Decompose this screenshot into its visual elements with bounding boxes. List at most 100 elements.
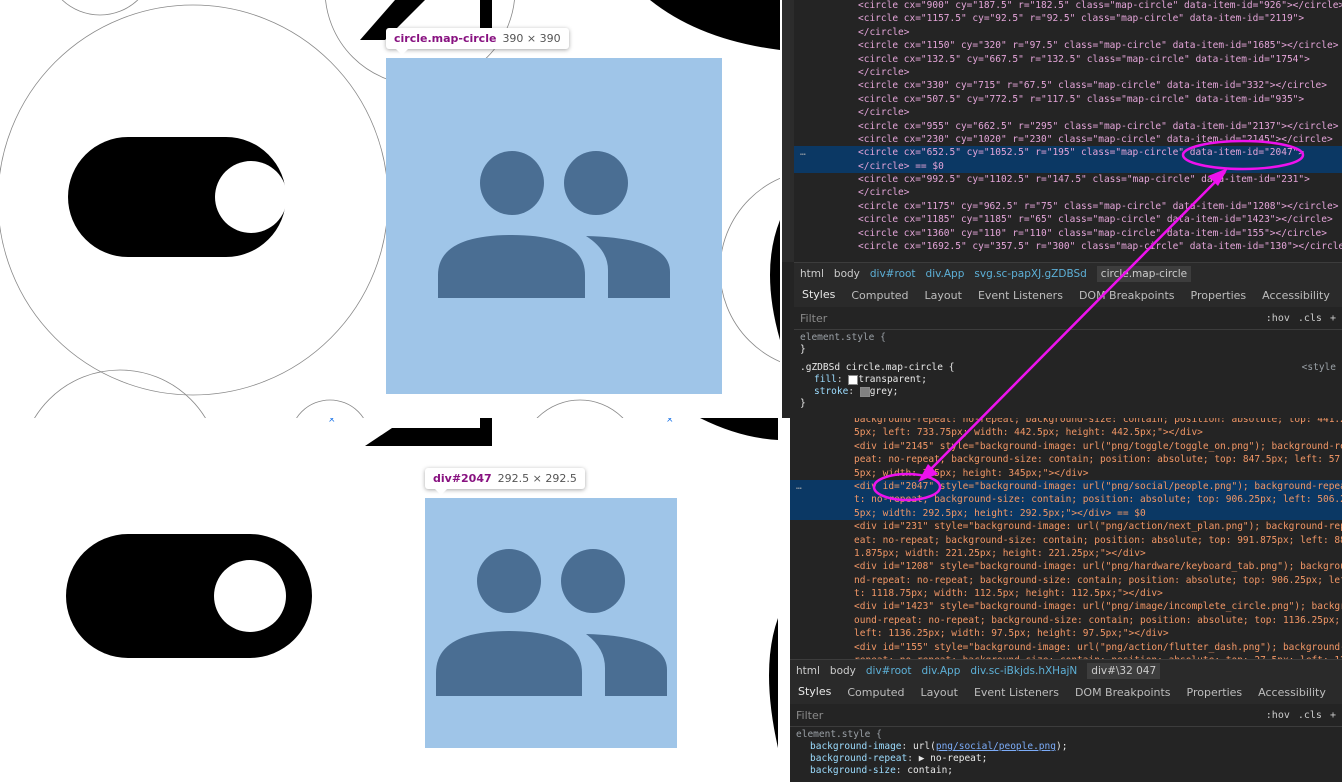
guide-marker: × [328,418,336,425]
rule-prop-fill[interactable]: fill: transparent; [800,374,1342,386]
dom-node-line[interactable]: <circle cx="330" cy="715" r="67.5" class… [794,79,1342,92]
devtools-top: <circle cx="900" cy="187.5" r="182.5" cl… [782,0,1342,418]
dom-node-text: </circle> [858,107,910,119]
prop-value: grey; [869,386,899,397]
filter-tool-button[interactable]: :hov [1266,710,1290,721]
style-rules-bottom: element.style { background-image: url(pn… [790,729,1342,777]
dom-node-line[interactable]: 1.875px; width: 221.25px; height: 221.25… [790,547,1342,560]
dom-node-line[interactable]: <circle cx="1692.5" cy="357.5" r="300" c… [794,240,1342,253]
dom-node-line[interactable]: <circle cx="1150" cy="320" r="97.5" clas… [794,39,1342,52]
more-actions-icon[interactable]: … [796,480,802,493]
dom-node-line[interactable]: ound-repeat: no-repeat; background-size:… [790,614,1342,627]
dom-node-line[interactable]: <circle cx="230" cy="1020" r="230" class… [794,133,1342,146]
dom-node-line[interactable]: <circle cx="992.5" cy="1102.5" r="147.5"… [794,173,1342,186]
filter-bar-bottom: Filter :hov .cls + [790,704,1342,727]
tab-styles[interactable]: Styles [790,680,840,706]
breadcrumb-item[interactable]: div.sc-iBkjds.hXHajN [970,665,1077,677]
elements-scrollbar[interactable] [782,0,794,262]
shape-fragment [700,418,778,440]
tab-accessibility[interactable]: Accessibility [1254,284,1338,308]
prop-url-link[interactable]: png/social/people.png [936,741,1056,752]
dom-node-line[interactable]: 5px; width: 292.5px; height: 292.5px;"><… [790,506,1342,521]
dom-node-line[interactable]: <div id="1423" style="background-image: … [790,600,1342,613]
dom-node-line[interactable]: nd-repeat: no-repeat; background-size: c… [790,574,1342,587]
tab-layout[interactable]: Layout [913,681,966,705]
dom-node-line[interactable]: <div id="155" style="background-image: u… [790,641,1342,654]
dom-node-text: <circle cx="1175" cy="962.5" r="75" clas… [858,200,1339,212]
breadcrumb-item[interactable]: body [830,665,856,677]
dom-node-line[interactable]: </circle> [794,26,1342,39]
breadcrumb-item[interactable]: html [800,268,824,280]
dom-node-line[interactable]: </circle> == $0 [794,159,1342,174]
rule-prop-background-image[interactable]: background-image: url(png/social/people.… [796,741,1342,753]
dom-node-line[interactable]: peat: no-repeat; background-size: contai… [790,453,1342,466]
dom-node-line[interactable]: 5px; left: 733.75px; width: 442.5px; hei… [790,426,1342,439]
map-circles-svg [0,0,780,418]
breadcrumb-item[interactable]: div#root [866,665,912,677]
tab-styles[interactable]: Styles [794,283,844,309]
dom-node-line[interactable]: <circle cx="1360" cy="110" r="110" class… [794,227,1342,240]
dom-node-line[interactable]: </circle> [794,106,1342,119]
dom-node-line[interactable]: … <div id="2047" style="background-image:… [790,479,1342,494]
color-swatch[interactable] [859,386,870,397]
tab-computed[interactable]: Computed [839,681,912,705]
breadcrumb-item[interactable]: div.App [922,665,961,677]
tab-event-listeners[interactable]: Event Listeners [970,284,1071,308]
dom-node-line[interactable]: left: 1136.25px; width: 97.5px; height: … [790,627,1342,640]
tab-event-listeners[interactable]: Event Listeners [966,681,1067,705]
tab-accessibility[interactable]: Accessibility [1250,681,1334,705]
breadcrumb-item[interactable]: body [834,268,860,280]
filter-tool-button[interactable]: .cls [1298,313,1322,324]
breadcrumb-item[interactable]: svg.sc-papXJ.gZDBSd [974,268,1086,280]
breadcrumb-item[interactable]: div#\32 047 [1087,663,1161,679]
tab-layout[interactable]: Layout [917,284,970,308]
breadcrumb-item[interactable]: circle.map-circle [1096,266,1192,282]
map-circle[interactable] [290,399,370,418]
dom-node-line[interactable]: <circle cx="900" cy="187.5" r="182.5" cl… [794,0,1342,12]
dom-node-line[interactable]: t: no-repeat; background-size: contain; … [790,493,1342,507]
filter-tool-button[interactable]: + [1330,313,1336,324]
dom-node-line[interactable]: <circle cx="1175" cy="962.5" r="75" clas… [794,200,1342,213]
dom-node-text: <circle cx="1692.5" cy="357.5" r="300" c… [858,241,1342,253]
dom-node-line[interactable]: t: 1118.75px; width: 112.5px; height: 11… [790,587,1342,600]
toggle-knob [215,161,287,233]
map-circle[interactable] [520,399,640,418]
filter-tool-button[interactable]: + [1330,710,1336,721]
dom-node-line[interactable]: <div id="2145" style="background-image: … [790,440,1342,453]
dom-node-line[interactable]: <circle cx="132.5" cy="667.5" r="132.5" … [794,53,1342,66]
rule-prop-background-size[interactable]: background-size: contain; [796,765,1342,777]
dom-node-line[interactable]: <circle cx="1185" cy="1185" r="65" class… [794,213,1342,226]
dom-node-line[interactable]: eat: no-repeat; background-size: contain… [790,534,1342,547]
dom-node-text: nd-repeat: no-repeat; background-size: c… [854,574,1342,586]
map-circle[interactable] [20,369,220,418]
breadcrumb-item[interactable]: html [796,665,820,677]
dom-node-line[interactable]: <div id="231" style="background-image: u… [790,520,1342,533]
dom-node-line[interactable]: <div id="1208" style="background-image: … [790,560,1342,573]
more-actions-icon[interactable]: … [800,146,806,159]
filter-tool-button[interactable]: .cls [1298,710,1322,721]
breadcrumb-item[interactable]: div.App [926,268,965,280]
tab-dom-breakpoints[interactable]: DOM Breakpoints [1071,284,1183,308]
dom-node-line[interactable]: <circle cx="1157.5" cy="92.5" r="92.5" c… [794,12,1342,25]
rule-prop-background-repeat[interactable]: background-repeat: ▶ no-repeat; [796,753,1342,765]
tab-computed[interactable]: Computed [843,284,916,308]
dom-node-line[interactable]: 5px; width: 345px; height: 345px;"></div… [790,467,1342,480]
tab-properties[interactable]: Properties [1183,284,1255,308]
tab-dom-breakpoints[interactable]: DOM Breakpoints [1067,681,1179,705]
element-highlight [386,58,722,394]
rule-prop-stroke[interactable]: stroke: grey; [800,386,1342,398]
dom-node-line[interactable]: background-repeat: no-repeat; background… [790,418,1342,426]
filter-tool-button[interactable]: :hov [1266,313,1290,324]
filter-input[interactable]: Filter [796,709,1266,722]
dom-node-line[interactable]: <circle cx="955" cy="662.5" r="295" clas… [794,120,1342,133]
color-swatch[interactable] [848,374,859,385]
dom-node-line[interactable]: </circle> [794,186,1342,199]
tab-properties[interactable]: Properties [1179,681,1251,705]
rule-source[interactable]: <style [1302,362,1342,374]
filter-input[interactable]: Filter [800,312,1266,325]
dom-node-line[interactable]: … <circle cx="652.5" cy="1052.5" r="195" … [794,146,1342,160]
breadcrumb-item[interactable]: div#root [870,268,916,280]
dom-node-line[interactable]: <circle cx="507.5" cy="772.5" r="117.5" … [794,93,1342,106]
element-style-rule: element.style { [796,729,882,740]
dom-node-line[interactable]: </circle> [794,66,1342,79]
